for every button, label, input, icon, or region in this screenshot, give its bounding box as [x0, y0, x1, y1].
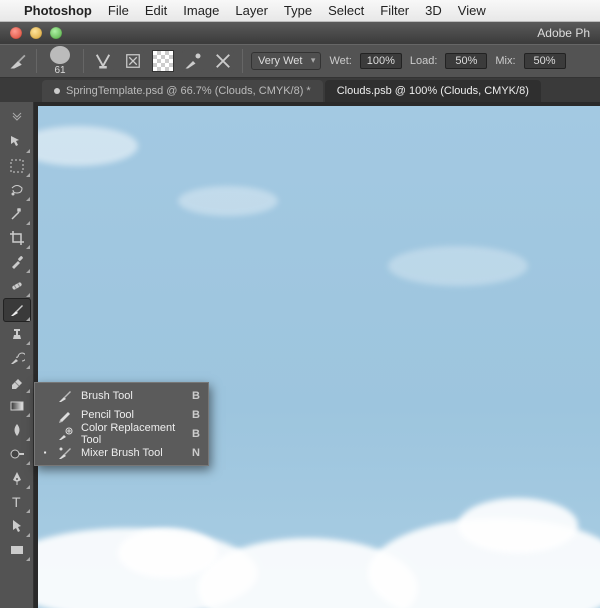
expand-toolbar-icon[interactable] — [3, 106, 31, 130]
load-field[interactable]: 50% — [445, 53, 487, 69]
wet-label: Wet: — [329, 55, 351, 67]
dodge-tool[interactable] — [3, 442, 31, 466]
auto-load-icon[interactable] — [182, 50, 204, 72]
pencil-icon — [57, 407, 73, 423]
menu-view[interactable]: View — [458, 3, 486, 18]
mixer-brush-icon — [57, 445, 73, 461]
flyout-brush-tool[interactable]: Brush Tool B — [35, 386, 208, 405]
app-name[interactable]: Photoshop — [24, 3, 92, 18]
mac-menubar: Photoshop File Edit Image Layer Type Sel… — [0, 0, 600, 22]
menu-3d[interactable]: 3D — [425, 3, 442, 18]
unsaved-indicator-icon — [54, 88, 60, 94]
clone-stamp-tool[interactable] — [3, 322, 31, 346]
window-controls — [10, 27, 62, 39]
preset-label: Very Wet — [258, 55, 302, 67]
flyout-shortcut: N — [188, 447, 200, 459]
menu-select[interactable]: Select — [328, 3, 364, 18]
menu-edit[interactable]: Edit — [145, 3, 167, 18]
gradient-tool[interactable] — [3, 394, 31, 418]
mix-field[interactable]: 50% — [524, 53, 566, 69]
flyout-color-replacement-tool[interactable]: Color Replacement Tool B — [35, 424, 208, 443]
brush-size-value: 61 — [54, 65, 65, 76]
wet-preset-dropdown[interactable]: Very Wet — [251, 52, 321, 70]
healing-brush-tool[interactable] — [3, 274, 31, 298]
divider — [242, 49, 243, 73]
flyout-shortcut: B — [188, 409, 200, 421]
auto-clean-icon[interactable] — [212, 50, 234, 72]
move-tool[interactable] — [3, 130, 31, 154]
divider — [36, 49, 37, 73]
tab-label: Clouds.psb @ 100% (Clouds, CMYK/8) — [337, 85, 529, 97]
load-brush-button[interactable] — [92, 50, 114, 72]
tab-springtemplate[interactable]: SpringTemplate.psd @ 66.7% (Clouds, CMYK… — [42, 80, 323, 102]
crop-tool[interactable] — [3, 226, 31, 250]
brush-tool[interactable] — [3, 298, 31, 322]
svg-text:T: T — [12, 494, 21, 510]
blur-tool[interactable] — [3, 418, 31, 442]
brush-icon — [57, 388, 73, 404]
menu-type[interactable]: Type — [284, 3, 312, 18]
app-window: Adobe Ph 61 Very Wet Wet: 100% Load: 50% — [0, 22, 600, 586]
brush-preset-picker[interactable]: 61 — [45, 46, 75, 76]
eraser-tool[interactable] — [3, 370, 31, 394]
document-tabs: SpringTemplate.psd @ 66.7% (Clouds, CMYK… — [0, 78, 600, 102]
zoom-button[interactable] — [50, 27, 62, 39]
flyout-label: Brush Tool — [81, 390, 180, 402]
menu-layer[interactable]: Layer — [235, 3, 268, 18]
tab-clouds[interactable]: Clouds.psb @ 100% (Clouds, CMYK/8) — [325, 80, 541, 102]
menu-image[interactable]: Image — [183, 3, 219, 18]
window-title: Adobe Ph — [537, 26, 590, 40]
eyedropper-tool[interactable] — [3, 250, 31, 274]
lasso-tool[interactable] — [3, 178, 31, 202]
path-selection-tool[interactable] — [3, 514, 31, 538]
titlebar: Adobe Ph — [0, 22, 600, 44]
flyout-shortcut: B — [188, 390, 200, 402]
options-bar: 61 Very Wet Wet: 100% Load: 50% Mix: 50% — [0, 44, 600, 78]
tool-preset-picker[interactable] — [8, 51, 28, 71]
tools-panel: T — [0, 102, 34, 608]
wet-field[interactable]: 100% — [360, 53, 402, 69]
flyout-label: Pencil Tool — [81, 409, 180, 421]
color-replacement-icon — [57, 426, 73, 442]
flyout-label: Color Replacement Tool — [81, 422, 180, 446]
magic-wand-tool[interactable] — [3, 202, 31, 226]
flyout-shortcut: B — [188, 428, 200, 440]
close-button[interactable] — [10, 27, 22, 39]
document-canvas[interactable] — [38, 106, 600, 608]
current-brush-load-swatch[interactable] — [152, 50, 174, 72]
type-tool[interactable]: T — [3, 490, 31, 514]
rectangle-tool[interactable] — [3, 538, 31, 562]
canvas-area — [34, 102, 600, 608]
brush-preview-icon — [50, 46, 70, 64]
load-label: Load: — [410, 55, 438, 67]
marquee-tool[interactable] — [3, 154, 31, 178]
flyout-mixer-brush-tool[interactable]: ▪ Mixer Brush Tool N — [35, 443, 208, 462]
pen-tool[interactable] — [3, 466, 31, 490]
menu-filter[interactable]: Filter — [380, 3, 409, 18]
minimize-button[interactable] — [30, 27, 42, 39]
clean-brush-button[interactable] — [122, 50, 144, 72]
brush-tool-flyout: Brush Tool B Pencil Tool B Color Replace… — [34, 382, 209, 466]
mix-label: Mix: — [495, 55, 515, 67]
menu-file[interactable]: File — [108, 3, 129, 18]
divider — [83, 49, 84, 73]
flyout-label: Mixer Brush Tool — [81, 447, 180, 459]
check-icon: ▪ — [41, 448, 49, 457]
history-brush-tool[interactable] — [3, 346, 31, 370]
tab-label: SpringTemplate.psd @ 66.7% (Clouds, CMYK… — [66, 85, 311, 97]
